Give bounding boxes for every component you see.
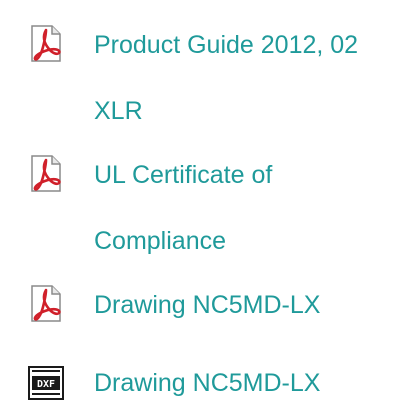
- document-link[interactable]: Product Guide 2012, 02 XLR: [94, 12, 404, 144]
- dxf-icon[interactable]: DXF: [24, 365, 68, 403]
- pdf-icon[interactable]: [24, 155, 68, 193]
- document-link[interactable]: UL Certificate of Compliance: [94, 142, 404, 274]
- document-link[interactable]: Drawing NC5MD-LX: [94, 350, 404, 416]
- pdf-icon[interactable]: [24, 25, 68, 63]
- pdf-icon[interactable]: [24, 285, 68, 323]
- dxf-icon-text: DXF: [37, 379, 55, 390]
- document-link[interactable]: Drawing NC5MD-LX: [94, 272, 404, 338]
